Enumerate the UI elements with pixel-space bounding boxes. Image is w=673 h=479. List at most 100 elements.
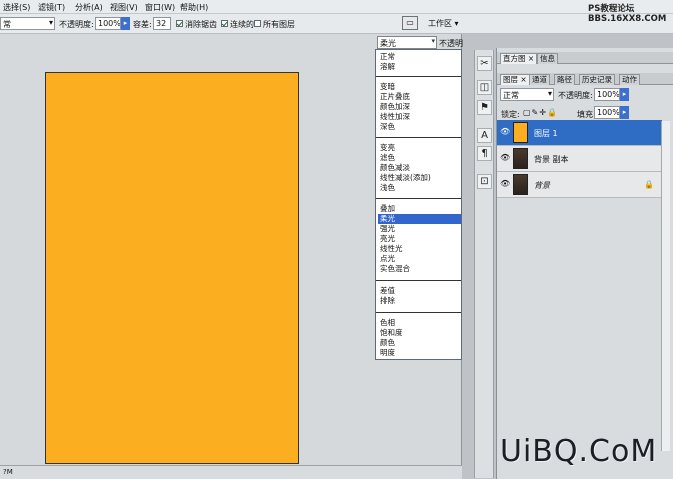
fill-label: 填充: (577, 110, 596, 119)
antialias-label: 消除锯齿 (185, 20, 217, 29)
opacity-arrow-button[interactable]: ▸ (121, 17, 130, 30)
menu-help[interactable]: 帮助(H) (180, 2, 208, 13)
layers-panel-group: 直方图 × 信息 图层 × 通道 路径 历史记录 动作 正常 ▾ 不透明度: 1… (496, 48, 673, 479)
blend-option-vivid-light[interactable]: 亮光 (378, 234, 461, 244)
blend-separator (376, 280, 461, 281)
brush-panel-icon[interactable]: ⊡ (477, 174, 492, 189)
opacity-input[interactable]: 100% (95, 17, 121, 30)
blend-option-luminosity[interactable]: 明度 (378, 348, 461, 358)
paragraph-icon[interactable]: ¶ (477, 146, 492, 161)
blend-option-normal[interactable]: 正常 (378, 52, 461, 62)
blend-option-color-burn[interactable]: 颜色加深 (378, 102, 461, 112)
blend-option-darken[interactable]: 变暗 (378, 82, 461, 92)
character-icon[interactable]: A (477, 128, 492, 143)
tab-history[interactable]: 历史记录 (579, 74, 615, 85)
layer-thumbnail (513, 174, 528, 195)
blend-option-lighten[interactable]: 变亮 (378, 143, 461, 153)
stamp-icon[interactable]: ⚑ (477, 100, 492, 115)
menu-bar: 选择(S) 滤镜(T) 分析(A) 视图(V) 窗口(W) 帮助(H) (0, 0, 673, 14)
blend-mode-value: 柔光 (380, 39, 396, 48)
collapsed-panel-strip: ✂ ◫ ⚑ A ¶ ⊡ (474, 50, 494, 478)
menu-select[interactable]: 选择(S) (3, 2, 30, 13)
chevron-down-icon: ▾ (48, 18, 53, 27)
layer-name: 背景 (534, 181, 550, 190)
blend-option-lighter-color[interactable]: 浅色 (378, 183, 461, 193)
eye-icon[interactable]: 👁 (500, 128, 510, 136)
blend-option-hard-light[interactable]: 强光 (378, 224, 461, 234)
tab-histogram[interactable]: 直方图 × (500, 53, 538, 64)
layers-tab-bar: 图层 × 通道 路径 历史记录 动作 (497, 73, 673, 85)
blend-option-soft-light[interactable]: 柔光 (378, 214, 461, 224)
tab-channels[interactable]: 通道 (529, 74, 550, 85)
all-layers-checkbox[interactable] (254, 20, 261, 27)
blend-mode-select[interactable]: 柔光 ▾ (377, 36, 437, 49)
options-bar: 常 ▾ 不透明度: 100% ▸ 容差: 32 消除锯齿 连续的 所有图层 (0, 14, 673, 34)
mode-value: 常 (3, 20, 11, 29)
layer-opacity-arrow[interactable]: ▸ (620, 88, 629, 101)
blend-option-exclusion[interactable]: 排除 (378, 296, 461, 306)
blend-separator (376, 76, 461, 77)
layer-name: 背景 副本 (534, 155, 569, 164)
blend-option-darker-color[interactable]: 深色 (378, 122, 461, 132)
menu-view[interactable]: 视图(V) (110, 2, 138, 13)
tolerance-input[interactable]: 32 (153, 17, 171, 30)
layers-scrollbar[interactable] (661, 121, 670, 451)
blend-opacity-label: 不透明 (439, 39, 463, 48)
blend-option-multiply[interactable]: 正片叠底 (378, 92, 461, 102)
antialias-checkbox[interactable] (176, 20, 183, 27)
blend-option-linear-light[interactable]: 线性光 (378, 244, 461, 254)
blend-option-difference[interactable]: 差值 (378, 286, 461, 296)
chevron-down-icon: ▾ (431, 37, 435, 45)
blend-option-hard-mix[interactable]: 实色混合 (378, 264, 461, 274)
tab-info[interactable]: 信息 (537, 53, 558, 64)
watermark-top: PS教程论坛 (588, 4, 635, 14)
status-bar: ?M (0, 465, 462, 479)
opacity-label: 不透明度: (59, 20, 94, 29)
navigator-icon[interactable]: ◫ (477, 80, 492, 95)
blend-option-pin-light[interactable]: 点光 (378, 254, 461, 264)
canvas[interactable] (45, 72, 299, 464)
blend-option-color-dodge[interactable]: 颜色减淡 (378, 163, 461, 173)
blend-option-saturation[interactable]: 饱和度 (378, 328, 461, 338)
histogram-tab-bar: 直方图 × 信息 (497, 52, 673, 64)
layer-row-background[interactable]: 👁 背景 🔒 (497, 172, 662, 198)
lock-icon: 🔒 (644, 180, 654, 189)
layer-row-background-copy[interactable]: 👁 背景 副本 (497, 146, 662, 172)
fill-input[interactable]: 100% (594, 106, 620, 119)
eye-icon[interactable]: 👁 (500, 180, 510, 188)
layer-thumbnail (513, 148, 528, 169)
blend-option-linear-burn[interactable]: 线性加深 (378, 112, 461, 122)
blend-separator (376, 198, 461, 199)
tab-actions[interactable]: 动作 (619, 74, 640, 85)
blend-option-linear-dodge[interactable]: 线性减淡(添加) (378, 173, 461, 183)
eye-icon[interactable]: 👁 (500, 154, 510, 162)
chevron-down-icon: ▾ (547, 89, 552, 98)
mode-select[interactable]: 常 ▾ (0, 17, 55, 30)
scissors-icon[interactable]: ✂ (477, 56, 492, 71)
blend-option-dissolve[interactable]: 溶解 (378, 62, 461, 72)
tab-layers[interactable]: 图层 × (500, 74, 530, 85)
lock-options-icon[interactable]: ▢✎✛🔒 (523, 108, 558, 117)
blend-option-screen[interactable]: 滤色 (378, 153, 461, 163)
blend-option-overlay[interactable]: 叠加 (378, 204, 461, 214)
layer-opacity-input[interactable]: 100% (594, 88, 620, 101)
workspace-button[interactable]: 工作区 ▾ (428, 18, 459, 29)
menu-window[interactable]: 窗口(W) (145, 2, 175, 13)
layer-row-layer1[interactable]: 👁 图层 1 (497, 120, 662, 146)
blend-option-color[interactable]: 颜色 (378, 338, 461, 348)
all-layers-label: 所有图层 (263, 20, 295, 29)
contiguous-label: 连续的 (230, 20, 254, 29)
bridge-icon[interactable]: ▭ (402, 16, 418, 30)
menu-filter[interactable]: 滤镜(T) (38, 2, 65, 13)
contiguous-checkbox[interactable] (221, 20, 228, 27)
layer-blend-select[interactable]: 正常 ▾ (500, 88, 554, 101)
watermark-bottom: UiBQ.CoM (500, 434, 658, 469)
menu-analysis[interactable]: 分析(A) (75, 2, 103, 13)
blend-mode-list: 正常 溶解 变暗 正片叠底 颜色加深 线性加深 深色 变亮 滤色 颜色减淡 线性… (375, 49, 462, 360)
layer-blend-value: 正常 (503, 91, 519, 100)
blend-option-hue[interactable]: 色相 (378, 318, 461, 328)
status-zoom: ?M (3, 468, 13, 476)
tab-paths[interactable]: 路径 (554, 74, 575, 85)
fill-arrow[interactable]: ▸ (620, 106, 629, 119)
blend-separator (376, 137, 461, 138)
